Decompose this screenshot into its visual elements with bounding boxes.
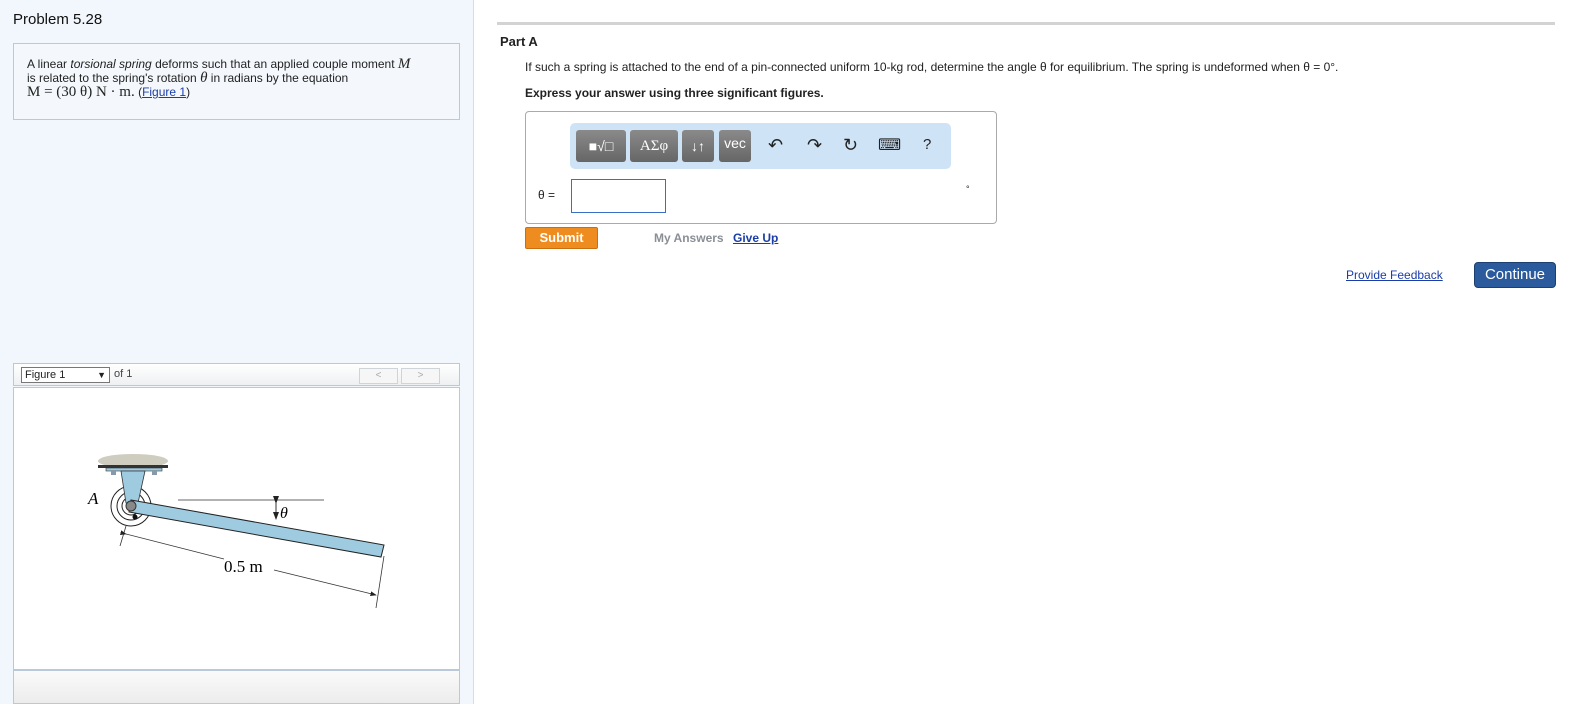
submit-button[interactable]: Submit — [525, 227, 598, 249]
my-answers-link[interactable]: My Answers — [654, 231, 724, 245]
label-theta: θ — [280, 505, 288, 522]
math-toolbar: ■√□ ΑΣφ ↓↑ vec ↶ ↷ ↻ ⌨ ? — [570, 123, 951, 169]
undo-icon[interactable]: ↶ — [768, 135, 783, 156]
rod-spring-diagram: A θ 0.5 m — [87, 454, 385, 609]
reset-icon[interactable]: ↻ — [843, 135, 858, 156]
rod — [128, 499, 385, 558]
problem-title: Problem 5.28 — [13, 11, 103, 28]
prev-figure-button[interactable]: < — [359, 368, 398, 384]
answer-label: θ = — [538, 188, 556, 202]
text: deforms such that an applied couple mome… — [151, 57, 398, 71]
provide-feedback-link[interactable]: Provide Feedback — [1346, 268, 1443, 282]
greek-button[interactable]: ΑΣφ — [630, 130, 678, 162]
divider — [497, 22, 1555, 25]
continue-button[interactable]: Continue — [1474, 262, 1556, 288]
figure-select-value: Figure 1 — [25, 369, 66, 381]
label-A: A — [87, 489, 99, 508]
base-plate — [98, 465, 168, 468]
help-icon[interactable]: ? — [923, 136, 931, 153]
keyboard-icon[interactable]: ⌨ — [878, 135, 901, 155]
vec-button[interactable]: vec — [719, 130, 751, 162]
figure-select[interactable]: Figure 1 ▼ — [21, 367, 110, 383]
templates-button[interactable]: ■√□ — [576, 130, 626, 162]
problem-panel: Problem 5.28 A linear torsional spring d… — [0, 0, 474, 704]
text: is related to the spring's rotation — [27, 71, 201, 85]
figure-footer — [13, 670, 460, 704]
equation: M = (30 θ) N · m. — [27, 84, 135, 100]
answer-input[interactable] — [571, 179, 666, 213]
math-M: M — [397, 56, 411, 72]
question-text: If such a spring is attached to the end … — [525, 60, 1339, 74]
part-title: Part A — [500, 34, 538, 49]
instruction-text: Express your answer using three signific… — [525, 86, 824, 100]
unit-degree: ° — [966, 184, 970, 194]
paren: ) — [186, 85, 191, 99]
bracket — [120, 470, 146, 504]
figure-image: A θ 0.5 m — [13, 387, 460, 670]
figure-link[interactable]: Figure 1 — [142, 85, 186, 99]
dropdown-arrow-icon: ▼ — [97, 370, 106, 380]
arrows-button[interactable]: ↓↑ — [682, 130, 714, 162]
label-length: 0.5 m — [224, 557, 263, 576]
text: A linear — [27, 57, 71, 71]
figure-count: of 1 — [114, 368, 133, 380]
text: in radians by the equation — [207, 71, 349, 85]
text-italic: torsional spring — [70, 57, 152, 71]
redo-icon[interactable]: ↷ — [807, 135, 822, 156]
next-figure-button[interactable]: > — [401, 368, 440, 384]
answer-box: ■√□ ΑΣφ ↓↑ vec ↶ ↷ ↻ ⌨ ? θ = ° — [525, 111, 997, 224]
give-up-link[interactable]: Give Up — [733, 231, 778, 245]
figure-toolbar: Figure 1 ▼ of 1 < > — [13, 363, 460, 386]
problem-statement: A linear torsional spring deforms such t… — [13, 43, 460, 120]
